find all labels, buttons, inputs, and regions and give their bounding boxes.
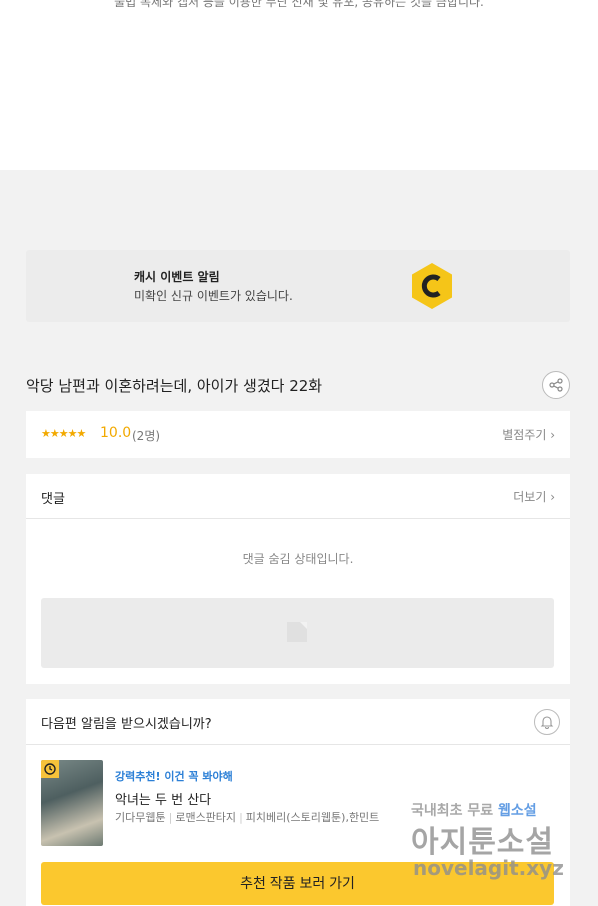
meta-separator: |: [239, 811, 243, 824]
banner-subtitle: 미확인 신규 이벤트가 있습니다.: [134, 289, 293, 303]
rate-button[interactable]: 별점주기 ›: [502, 426, 555, 443]
wait-free-clock-icon: [41, 760, 59, 778]
recommended-title[interactable]: 악녀는 두 번 산다: [115, 789, 211, 808]
comment-more-link[interactable]: 더보기 ›: [513, 488, 555, 505]
cash-c-icon: [412, 263, 452, 309]
rating-score: 10.0: [100, 425, 132, 441]
share-icon: [549, 378, 563, 392]
cash-event-banner[interactable]: 캐시 이벤트 알림 미확인 신규 이벤트가 있습니다.: [26, 250, 570, 322]
meta-separator: |: [168, 811, 173, 824]
comment-placeholder-box: [41, 598, 554, 668]
rating-count: (2명): [132, 429, 161, 443]
meta-type: 기다무웹툰: [115, 811, 166, 824]
top-section: 불법 복제와 캡처 등을 이용한 무단 전재 및 유포, 공유하는 것을 금합니…: [0, 0, 598, 170]
rating-card: ★★★★★ 10.0 (2명) 별점주기 ›: [26, 411, 570, 458]
next-alert-header: 다음편 알림을 받으시겠습니까?: [26, 699, 570, 745]
meta-genre: 로맨스판타지: [175, 811, 237, 824]
star-rating-icon: ★★★★★: [41, 427, 86, 440]
next-alert-question: 다음편 알림을 받으시겠습니까?: [41, 717, 212, 732]
episode-title: 악당 남편과 이혼하려는데, 아이가 생겼다 22화: [26, 377, 323, 395]
copyright-notice: 불법 복제와 캡처 등을 이용한 무단 전재 및 유포, 공유하는 것을 금합니…: [114, 0, 484, 9]
banner-title: 캐시 이벤트 알림: [134, 270, 220, 284]
comment-title: 댓글: [41, 492, 65, 507]
placeholder-image-icon: [287, 622, 307, 642]
go-to-recommendations-button[interactable]: 추천 작품 보러 가기: [41, 862, 554, 905]
share-button[interactable]: [542, 371, 570, 399]
recommend-label: 강력추천! 이건 꼭 봐야해: [115, 770, 233, 783]
recommended-thumbnail[interactable]: [41, 760, 103, 846]
meta-authors: 피치베리(스토리웹툰),한민트: [245, 811, 380, 824]
comment-header: 댓글 더보기 ›: [26, 474, 570, 519]
comment-hidden-message: 댓글 숨김 상태입니다.: [242, 552, 354, 566]
bell-icon: [540, 716, 554, 729]
recommended-meta: 기다무웹툰 | 로맨스판타지 | 피치베리(스토리웹툰),한민트: [115, 809, 379, 825]
notification-toggle-button[interactable]: [534, 709, 560, 735]
next-episode-card: 다음편 알림을 받으시겠습니까? 강력추천! 이건 꼭 봐야해 악녀는 두 번 …: [26, 699, 570, 906]
comment-card: 댓글 더보기 › 댓글 숨김 상태입니다.: [26, 474, 570, 684]
